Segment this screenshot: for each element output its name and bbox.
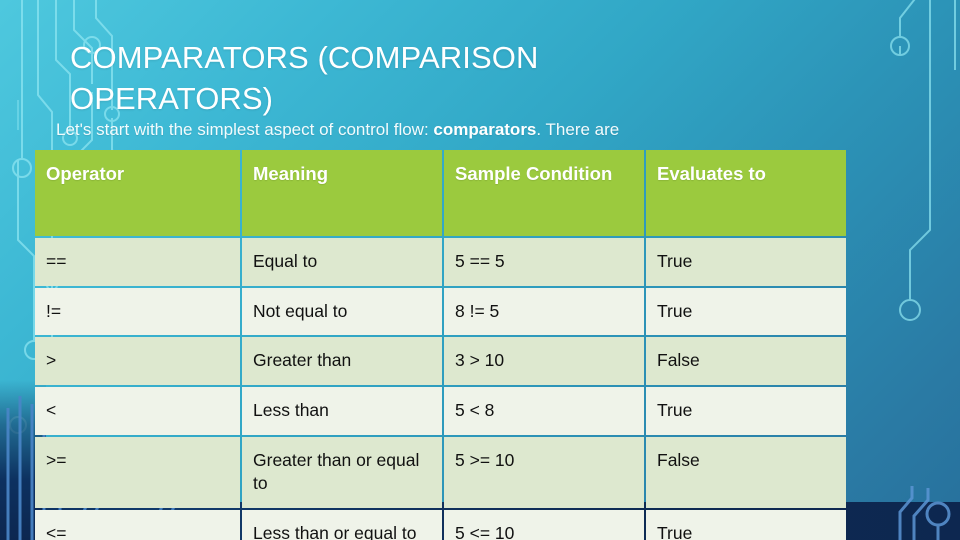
table-row: == Equal to 5 == 5 True <box>35 238 846 286</box>
table-row: <= Less than or equal to 5 <= 10 True <box>35 509 846 540</box>
comparators-table-wrapper: Operator Meaning Sample Condition Evalua… <box>33 148 846 540</box>
table-row: < Less than 5 < 8 True <box>35 386 846 435</box>
table-header-row: Operator Meaning Sample Condition Evalua… <box>35 150 846 236</box>
cell-operator: > <box>35 337 240 385</box>
cell-sample: 5 <= 10 <box>444 509 644 540</box>
table-row: >= Greater than or equal to 5 >= 10 Fals… <box>35 436 846 508</box>
cell-sample: 5 >= 10 <box>444 436 644 508</box>
table-body: == Equal to 5 == 5 True != Not equal to … <box>35 238 846 540</box>
cell-evaluates: False <box>646 337 846 385</box>
cell-sample: 3 > 10 <box>444 337 644 385</box>
cell-meaning: Not equal to <box>242 287 442 336</box>
cell-operator: <= <box>35 509 240 540</box>
subtitle-text-after: . There are <box>536 120 620 139</box>
column-header-evaluates-to: Evaluates to <box>646 150 846 236</box>
subtitle: Let's start with the simplest aspect of … <box>56 120 936 140</box>
subtitle-emphasis: comparators <box>433 120 537 139</box>
cell-sample: 8 != 5 <box>444 287 644 336</box>
cell-meaning: Greater than or equal to <box>242 436 442 508</box>
column-header-sample-condition: Sample Condition <box>444 150 644 236</box>
cell-meaning: Greater than <box>242 337 442 385</box>
cell-operator: != <box>35 287 240 336</box>
cell-sample: 5 == 5 <box>444 238 644 286</box>
column-header-meaning: Meaning <box>242 150 442 236</box>
cell-meaning: Less than <box>242 386 442 435</box>
cell-meaning: Less than or equal to <box>242 509 442 540</box>
subtitle-text-before: Let's start with the simplest aspect of … <box>56 120 434 139</box>
table-header: Operator Meaning Sample Condition Evalua… <box>35 150 846 236</box>
cell-evaluates: False <box>646 436 846 508</box>
cell-evaluates: True <box>646 509 846 540</box>
slide-canvas: COMPARATORS (COMPARISON OPERATORS) Let's… <box>0 0 960 540</box>
cell-evaluates: True <box>646 287 846 336</box>
cell-operator: == <box>35 238 240 286</box>
table-row: != Not equal to 8 != 5 True <box>35 287 846 336</box>
page-title: COMPARATORS (COMPARISON OPERATORS) <box>70 40 539 116</box>
cell-evaluates: True <box>646 238 846 286</box>
cell-evaluates: True <box>646 386 846 435</box>
comparators-table: Operator Meaning Sample Condition Evalua… <box>33 148 848 540</box>
cell-sample: 5 < 8 <box>444 386 644 435</box>
cell-operator: < <box>35 386 240 435</box>
table-row: > Greater than 3 > 10 False <box>35 337 846 385</box>
cell-meaning: Equal to <box>242 238 442 286</box>
cell-operator: >= <box>35 436 240 508</box>
column-header-operator: Operator <box>35 150 240 236</box>
